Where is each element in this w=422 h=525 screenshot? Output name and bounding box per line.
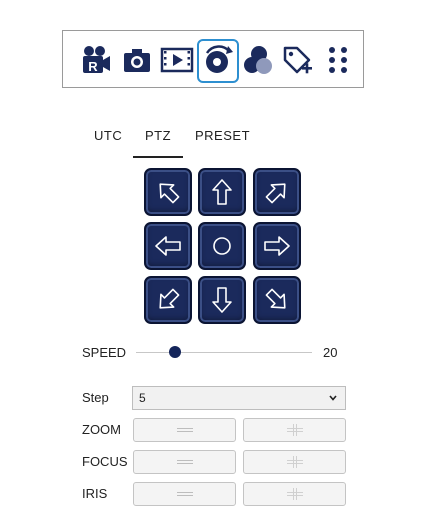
focus-near-button[interactable] [133, 450, 236, 474]
arrow-left-icon [155, 236, 181, 256]
iris-label: IRIS [82, 486, 108, 501]
home-circle-icon [213, 237, 231, 255]
speed-slider-track[interactable] [136, 352, 312, 353]
arrow-down-icon [212, 287, 232, 313]
color-adjust-icon[interactable] [239, 41, 277, 79]
arrow-up-left-icon [159, 183, 180, 204]
pan-up-right-button[interactable] [253, 168, 301, 216]
video-playback-icon[interactable] [158, 41, 196, 79]
arrow-up-icon [212, 179, 232, 205]
focus-label: FOCUS [82, 454, 128, 469]
iris-close-button[interactable] [133, 482, 236, 506]
record-camera-icon[interactable]: R [77, 41, 115, 79]
zoom-label: ZOOM [82, 422, 121, 437]
tab-preset[interactable]: PRESET [195, 125, 250, 143]
more-grid-icon[interactable] [319, 41, 357, 79]
speed-value: 20 [323, 345, 338, 360]
focus-far-button[interactable] [243, 450, 346, 474]
home-position-button[interactable] [198, 222, 246, 270]
pan-left-button[interactable] [144, 222, 192, 270]
arrow-up-right-icon [265, 183, 286, 204]
zoom-in-button[interactable] [243, 418, 346, 442]
iris-open-button[interactable] [243, 482, 346, 506]
tilt-down-button[interactable] [198, 276, 246, 324]
step-select[interactable]: 5 [132, 386, 346, 410]
arrow-down-right-icon [265, 288, 286, 309]
speed-label: SPEED [82, 345, 127, 360]
arrow-down-left-icon [159, 288, 180, 309]
pan-up-left-button[interactable] [144, 168, 192, 216]
chevron-down-icon [329, 395, 337, 401]
tag-add-icon[interactable] [279, 41, 317, 79]
pan-down-left-button[interactable] [144, 276, 192, 324]
pan-right-button[interactable] [253, 222, 301, 270]
zoom-out-button[interactable] [133, 418, 236, 442]
minus-icon [176, 428, 193, 432]
toolbar: R [62, 30, 364, 88]
tilt-up-button[interactable] [198, 168, 246, 216]
minus-icon [176, 492, 193, 496]
tab-utc[interactable]: UTC [94, 125, 122, 143]
svg-text:R: R [88, 59, 98, 74]
arrow-right-icon [264, 236, 290, 256]
minus-icon [176, 460, 193, 464]
plus-icon [286, 488, 303, 500]
step-label: Step [82, 390, 109, 405]
plus-icon [286, 456, 303, 468]
pan-down-right-button[interactable] [253, 276, 301, 324]
tab-ptz[interactable]: PTZ [132, 125, 184, 158]
snapshot-camera-icon[interactable] [118, 41, 156, 79]
ptz-control-icon[interactable] [197, 39, 239, 83]
step-select-value: 5 [139, 391, 146, 405]
speed-slider-thumb[interactable] [168, 346, 181, 358]
plus-icon [286, 424, 303, 436]
